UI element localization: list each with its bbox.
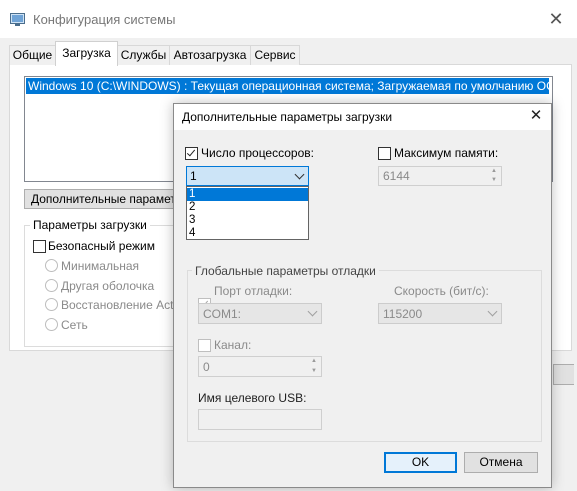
cancel-button[interactable]: Отмена — [464, 452, 538, 473]
tab-general[interactable]: Общие — [9, 45, 56, 65]
radio-active-directory-label: Восстановление Active — [61, 298, 189, 312]
boot-options-label: Параметры загрузки — [30, 218, 150, 232]
spin-down-icon[interactable]: ▼ — [307, 367, 321, 376]
channel-label: Канал: — [214, 338, 252, 352]
usb-target-label: Имя целевого USB: — [198, 391, 307, 405]
spin-down-icon[interactable]: ▼ — [487, 176, 501, 185]
radio-network-label: Сеть — [61, 318, 88, 332]
num-processors-select[interactable] — [186, 166, 309, 186]
processor-option[interactable]: 4 — [187, 227, 308, 240]
radio-alternate-shell[interactable] — [45, 279, 58, 292]
usb-target-input[interactable] — [198, 409, 322, 430]
dialog-close-icon[interactable]: ✕ — [526, 106, 546, 126]
processor-option[interactable]: 2 — [187, 201, 308, 214]
max-memory-checkbox[interactable] — [378, 147, 391, 160]
msconfig-app-icon — [10, 13, 25, 26]
dialog-title: Дополнительные параметры загрузки — [182, 110, 393, 124]
debug-port-label: Порт отладки: — [214, 284, 293, 298]
window-title: Конфигурация системы — [33, 12, 176, 27]
channel-input[interactable] — [198, 356, 322, 377]
baud-rate-label: Скорость (бит/с): — [394, 284, 489, 298]
radio-active-directory[interactable] — [45, 298, 58, 311]
radio-network[interactable] — [45, 318, 58, 331]
processor-option[interactable]: 3 — [187, 214, 308, 227]
safe-boot-checkbox[interactable] — [33, 240, 46, 253]
close-icon[interactable]: ✕ — [546, 9, 566, 29]
spin-up-icon[interactable]: ▲ — [307, 357, 321, 366]
tab-services[interactable]: Службы — [117, 45, 170, 65]
debug-port-value: COM1: — [203, 307, 242, 321]
num-processors-label: Число процессоров: — [201, 146, 314, 160]
radio-alternate-shell-label: Другая оболочка — [61, 279, 155, 293]
channel-value: 0 — [203, 360, 210, 374]
baud-rate-value: 115200 — [383, 307, 423, 321]
radio-minimal-label: Минимальная — [61, 259, 140, 273]
num-processors-checkbox[interactable] — [185, 147, 198, 160]
tab-tools[interactable]: Сервис — [250, 45, 300, 65]
num-processors-selected-value: 1 — [190, 169, 197, 183]
spin-up-icon[interactable]: ▲ — [487, 167, 501, 176]
channel-checkbox[interactable] — [198, 339, 211, 352]
radio-minimal[interactable] — [45, 259, 58, 272]
tab-boot[interactable]: Загрузка — [55, 41, 118, 66]
processor-option[interactable]: 1 — [187, 188, 308, 201]
ok-button[interactable]: OK — [384, 452, 457, 473]
safe-boot-label: Безопасный режим — [48, 239, 155, 253]
max-memory-label: Максимум памяти: — [394, 146, 499, 160]
debug-settings-label: Глобальные параметры отладки — [192, 264, 379, 278]
back-window-button[interactable] — [553, 364, 574, 385]
max-memory-value: 6144 — [383, 169, 410, 183]
os-list-item[interactable]: Windows 10 (C:\WINDOWS) : Текущая операц… — [26, 78, 549, 94]
tab-startup[interactable]: Автозагрузка — [169, 45, 251, 65]
